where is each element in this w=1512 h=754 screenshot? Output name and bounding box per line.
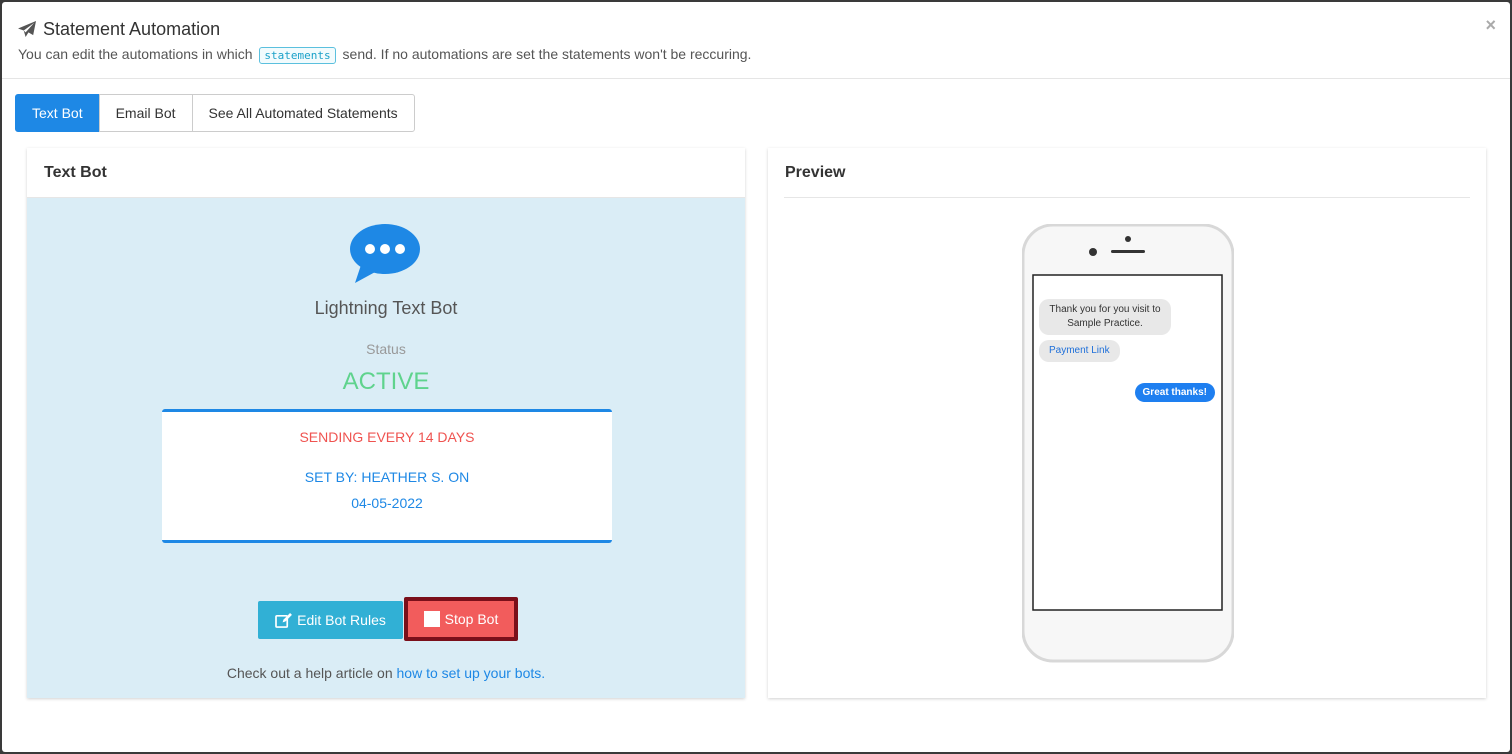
stop-bot-label: Stop Bot <box>444 611 499 627</box>
status-label: Status <box>366 341 406 357</box>
modal-subtitle: You can edit the automations in which st… <box>18 46 752 64</box>
incoming-message: Thank you for you visit to Sample Practi… <box>1039 299 1171 335</box>
help-text: Check out a help article on how to set u… <box>27 665 745 681</box>
edit-bot-rules-button[interactable]: Edit Bot Rules <box>258 601 403 639</box>
edit-bot-rules-label: Edit Bot Rules <box>297 612 386 628</box>
schedule-card: SENDING EVERY 14 DAYS SET BY: HEATHER S.… <box>162 409 612 543</box>
preview-panel: Preview Thank you for you visit to Sampl… <box>768 148 1486 698</box>
tab-all-automated-statements[interactable]: See All Automated Statements <box>191 94 415 132</box>
stop-icon <box>423 611 440 627</box>
bot-name: Lightning Text Bot <box>314 298 458 318</box>
text-bot-panel: Text Bot Lightning Text Bot Status ACTIV… <box>27 148 745 698</box>
help-article-link[interactable]: how to set up your bots. <box>397 665 546 681</box>
outgoing-message: Great thanks! <box>1134 383 1215 402</box>
statements-code-tag: statements <box>259 47 336 64</box>
phone-screen: Thank you for you visit to Sample Practi… <box>1033 275 1221 609</box>
modal-header: Statement Automation You can edit the au… <box>2 2 1510 79</box>
statement-automation-modal: Statement Automation You can edit the au… <box>2 2 1510 752</box>
modal-title-text: Statement Automation <box>43 19 221 39</box>
paper-plane-icon <box>18 21 36 38</box>
bot-tabs: Text Bot Email Bot See All Automated Sta… <box>15 94 415 132</box>
sending-frequency: SENDING EVERY 14 DAYS <box>299 429 475 445</box>
tab-text-bot[interactable]: Text Bot <box>15 94 100 132</box>
close-icon[interactable]: × <box>1485 16 1496 34</box>
set-by: SET BY: HEATHER S. ON <box>304 469 470 485</box>
set-date: 04-05-2022 <box>351 495 423 511</box>
tab-email-bot[interactable]: Email Bot <box>98 94 193 132</box>
preview-heading: Preview <box>784 148 1470 198</box>
stop-bot-button[interactable]: Stop Bot <box>404 597 518 641</box>
text-bot-body: Lightning Text Bot Status ACTIVE SENDING… <box>27 198 745 698</box>
subtitle-before: You can edit the automations in which <box>18 46 253 62</box>
subtitle-after: send. If no automations are set the stat… <box>342 46 752 62</box>
modal-title: Statement Automation <box>18 19 220 40</box>
payment-link-message: Payment Link <box>1039 340 1120 362</box>
edit-icon <box>275 612 293 628</box>
help-prefix: Check out a help article on <box>226 665 393 681</box>
chat-bubble-icon <box>350 224 420 283</box>
text-bot-heading: Text Bot <box>27 148 745 198</box>
status-value: ACTIVE <box>342 368 430 395</box>
